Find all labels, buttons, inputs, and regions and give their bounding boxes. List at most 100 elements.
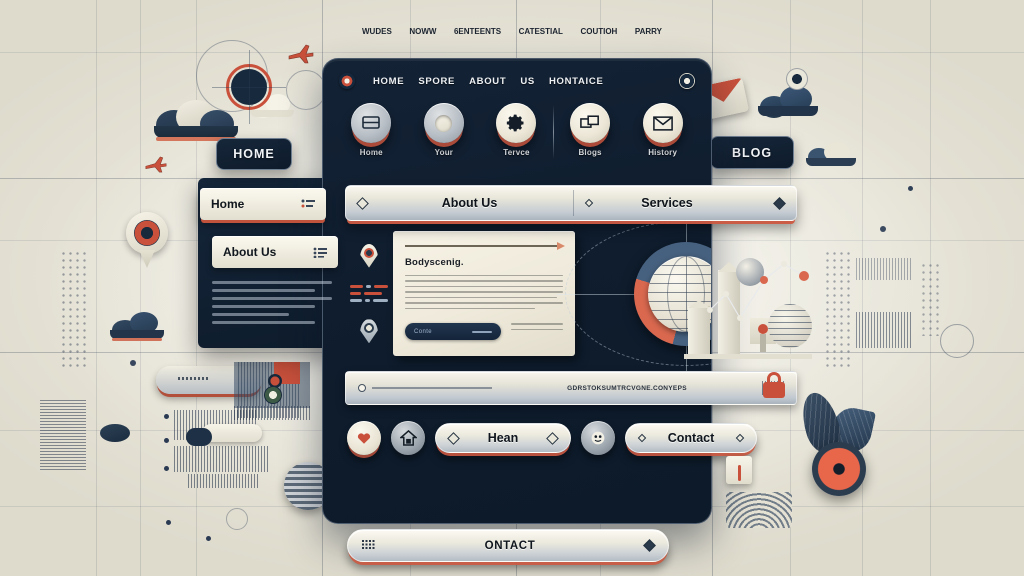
target-icon[interactable]	[339, 73, 355, 89]
windows-icon	[570, 103, 611, 143]
icon-button-home[interactable]: Home	[335, 103, 408, 157]
topnav-link-hontaice[interactable]: HONTAICE	[549, 76, 604, 87]
tab-services-label: Services	[641, 196, 693, 210]
grid-icon	[362, 540, 375, 551]
sidebar-item-home[interactable]: Home	[200, 188, 326, 220]
card-cta-button[interactable]: Conte	[405, 323, 501, 340]
diamond-icon	[447, 432, 460, 445]
slider-knob-icon[interactable]	[358, 384, 366, 392]
top-banner-item: NOWW	[409, 27, 437, 36]
icon-button-home-label: Home	[359, 148, 383, 157]
app-window: HOME SPORE ABOUT US HONTAICE Home Your T…	[322, 58, 797, 562]
card-arrow-divider	[405, 242, 565, 249]
top-banner-item: WUDES	[362, 27, 392, 36]
icon-button-service[interactable]: Tervce	[480, 103, 553, 157]
pin-rail	[345, 231, 393, 356]
icon-button-your[interactable]: Your	[408, 103, 481, 157]
content-card-heading: Bodyscenig.	[405, 256, 464, 268]
record-icon	[812, 442, 866, 496]
circle-dot-icon	[423, 103, 464, 143]
contact-button[interactable]: Contact	[625, 423, 757, 453]
map-pin-icon	[360, 319, 378, 344]
section-tab-strip: About Us Services	[345, 185, 797, 221]
topnav-link-about[interactable]: ABOUT	[469, 76, 506, 87]
dot-grid-decor	[920, 262, 942, 336]
dot-decor	[880, 226, 886, 232]
dot-decor	[206, 536, 211, 541]
topnav-link-home[interactable]: HOME	[373, 76, 404, 87]
tab-strip-end[interactable]	[744, 186, 796, 220]
top-banner: WUDES NOWW 6ENTEENTS CATESTIAL COUTIOH P…	[362, 27, 662, 36]
target-icon	[786, 68, 808, 90]
dot-grid-decor	[60, 250, 88, 370]
barcode-decor	[856, 312, 912, 348]
edge-tab-home[interactable]: HOME	[216, 138, 292, 170]
dot-decor	[130, 360, 136, 366]
wave-pattern-decor	[726, 492, 792, 528]
map-pin-icon	[126, 212, 168, 268]
top-banner-item: CATESTIAL	[518, 27, 563, 36]
map-pin-icon	[100, 424, 130, 448]
cloud-icon	[806, 140, 860, 166]
edge-tab-blog-label: BLOG	[731, 145, 773, 160]
diamond-icon	[356, 197, 369, 210]
sidebar-item-home-label: Home	[211, 197, 245, 211]
diamond-icon	[546, 432, 559, 445]
topnav-link-spore[interactable]: SPORE	[418, 76, 455, 87]
lock-icon	[762, 372, 786, 398]
topnav-links: HOME SPORE ABOUT US HONTAICE	[373, 76, 679, 87]
edge-tab-home-label: HOME	[233, 147, 275, 161]
icon-button-blogs-label: Blogs	[578, 148, 602, 157]
circle-icon[interactable]	[679, 73, 695, 89]
envelope-icon	[642, 103, 683, 143]
airplane-icon	[145, 156, 167, 173]
face-icon[interactable]	[581, 421, 615, 455]
top-banner-item: 6ENTEENTS	[453, 27, 502, 36]
airplane-icon	[288, 44, 314, 64]
action-button-row: Hean Contact	[347, 415, 847, 461]
contact-button-label: Contact	[667, 431, 715, 445]
list-icon	[313, 247, 327, 258]
top-banner-item: PARRY	[634, 27, 662, 36]
barcode-decor	[856, 258, 912, 280]
sidebar-placeholder-text	[212, 276, 332, 329]
status-slider-text: GDRSTOKSUMTRCVGNE.CONYEPS	[567, 384, 687, 392]
content-card: Bodyscenig. Conte	[393, 231, 575, 356]
top-banner-item: COUTIOH	[580, 27, 618, 36]
diamond-icon	[643, 539, 656, 552]
list-icon	[301, 199, 315, 209]
ontact-button[interactable]: ONTACT	[347, 529, 669, 562]
icon-button-your-label: Your	[434, 148, 454, 157]
topnav-link-us[interactable]: US	[520, 76, 535, 87]
slider-track[interactable]	[372, 387, 492, 389]
status-slider-bar[interactable]: GDRSTOKSUMTRCVGNE.CONYEPS	[345, 371, 797, 405]
tab-about-us-label: About Us	[441, 196, 498, 210]
sphere-decor	[940, 324, 974, 358]
icon-button-service-label: Tervce	[503, 148, 530, 157]
cloud-icon	[108, 310, 168, 341]
window-icon-row: Home Your Tervce Blogs History	[323, 103, 711, 159]
warning-icon	[726, 456, 752, 484]
diamond-small-icon	[585, 199, 593, 207]
icon-button-history[interactable]: History	[626, 103, 699, 157]
sidebar-item-about-us[interactable]: About Us	[212, 236, 338, 268]
gear-icon	[496, 103, 537, 143]
diamond-icon	[773, 197, 786, 210]
tab-about-us[interactable]: About Us	[346, 186, 574, 220]
menu-bars-icon	[351, 103, 392, 143]
map-pin-icon	[360, 243, 378, 268]
edge-tab-blog[interactable]: BLOG	[710, 136, 794, 169]
diamond-small-icon	[638, 434, 646, 442]
chart-decor	[684, 246, 816, 359]
icon-button-blogs[interactable]: Blogs	[554, 103, 627, 157]
dot-decor	[166, 520, 171, 525]
diamond-small-icon	[736, 434, 744, 442]
target-icon	[212, 50, 286, 124]
home-icon[interactable]	[391, 421, 425, 455]
hatch-decor	[40, 400, 86, 470]
sidebar-item-about-us-label: About Us	[223, 245, 277, 259]
window-topnav: HOME SPORE ABOUT US HONTAICE	[323, 59, 711, 103]
hean-button[interactable]: Hean	[435, 423, 571, 453]
heart-icon[interactable]	[347, 421, 381, 455]
tab-services[interactable]: Services	[574, 186, 744, 220]
